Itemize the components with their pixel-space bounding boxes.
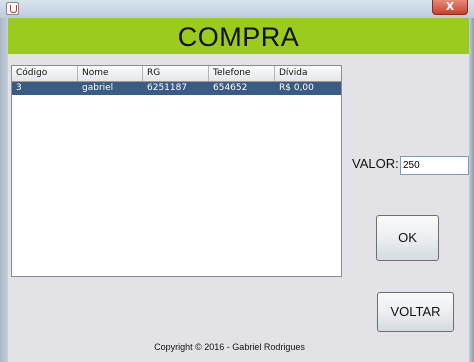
column-header-rg[interactable]: RG — [143, 66, 209, 81]
cell-nome: gabriel — [82, 83, 114, 93]
window-frame-right — [469, 18, 474, 362]
copyright-text: Copyright © 2016 - Gabriel Rodrigues — [154, 342, 305, 352]
table-header: Código Nome RG Telefone Dívida — [12, 66, 341, 82]
column-header-nome[interactable]: Nome — [78, 66, 143, 81]
cell-rg: 6251187 — [147, 83, 188, 93]
column-header-divida[interactable]: Dívida — [275, 66, 341, 81]
clients-table[interactable]: Código Nome RG Telefone Dívida 3 gabriel… — [11, 65, 342, 277]
java-app-icon — [6, 2, 19, 15]
cell-telefone: 654652 — [213, 83, 248, 93]
table-row[interactable]: 3 gabriel 6251187 654652 R$ 0,00 — [12, 82, 341, 95]
cell-divida: R$ 0,00 — [279, 83, 314, 93]
close-button[interactable]: X — [432, 0, 468, 15]
app-window: X COMPRA Código Nome RG Telefone Dívida … — [0, 0, 474, 362]
valor-label: VALOR: — [352, 156, 399, 171]
ok-button[interactable]: OK — [376, 215, 439, 261]
content-pane: COMPRA Código Nome RG Telefone Dívida 3 … — [8, 18, 469, 362]
page-title: COMPRA — [177, 22, 300, 52]
valor-input[interactable] — [400, 156, 469, 175]
window-frame-left — [0, 18, 8, 362]
cell-codigo: 3 — [16, 83, 22, 93]
title-bar[interactable]: X — [0, 0, 474, 19]
column-header-codigo[interactable]: Código — [12, 66, 78, 81]
voltar-button[interactable]: VOLTAR — [377, 292, 454, 332]
column-header-telefone[interactable]: Telefone — [209, 66, 275, 81]
